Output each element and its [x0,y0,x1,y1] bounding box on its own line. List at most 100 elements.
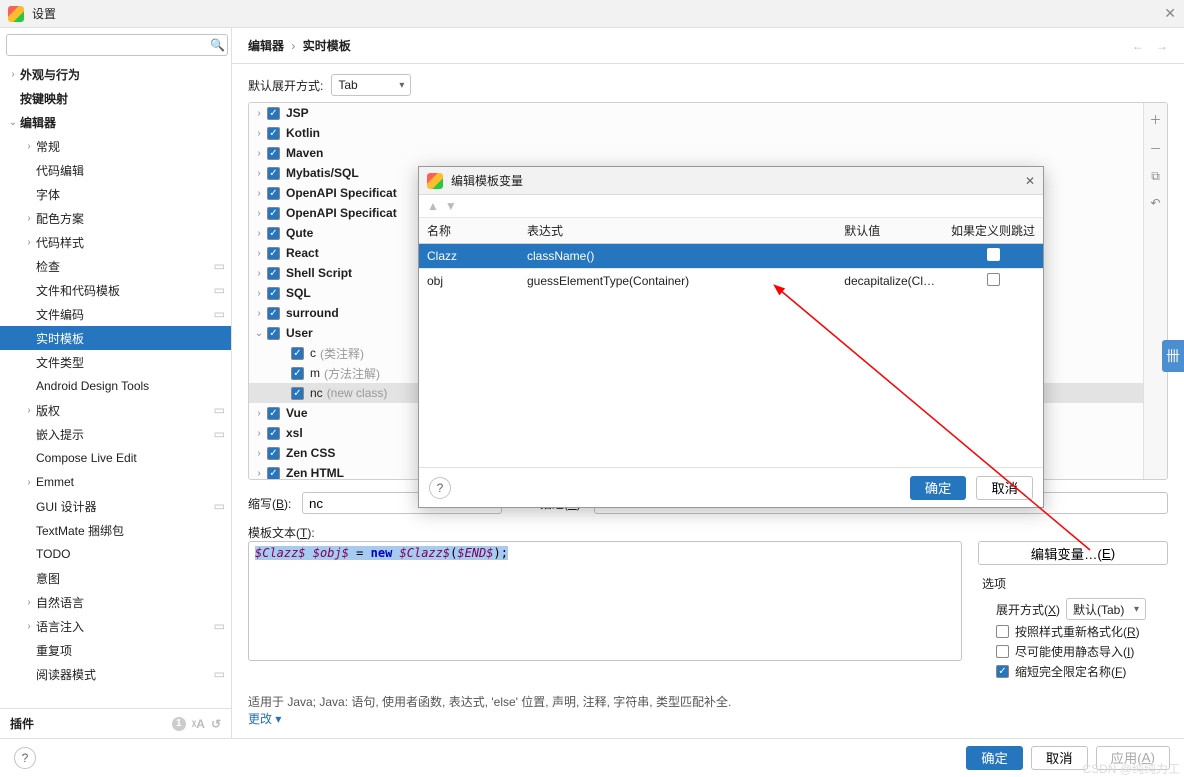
side-tool-tab[interactable]: 卌 [1162,340,1184,372]
close-icon[interactable]: ✕ [1164,5,1176,22]
sidebar-item[interactable]: ⌄编辑器 [0,110,231,134]
cancel-button[interactable]: 取消 [1031,746,1088,770]
template-text-editor[interactable]: $Clazz$ $obj$ = new $Clazz$($END$); [248,541,962,661]
plugins-label[interactable]: 插件 [10,715,34,732]
change-context-link[interactable]: 更改 ▾ [248,712,281,726]
sidebar-item[interactable]: ›Emmet [0,470,231,494]
project-level-icon: ▭ [214,259,225,273]
apply-button[interactable]: 应用(A) [1096,746,1170,770]
sidebar-item[interactable]: 文件和代码模板▭ [0,278,231,302]
sidebar-item[interactable]: 意图 [0,566,231,590]
group-checkbox[interactable]: ✓ [267,167,280,180]
sidebar-item[interactable]: TextMate 捆绑包 [0,518,231,542]
group-checkbox[interactable]: ✓ [267,267,280,280]
static-import-checkbox[interactable] [996,645,1009,658]
template-checkbox[interactable]: ✓ [291,367,304,380]
col-name[interactable]: 名称 [419,218,519,244]
template-checkbox[interactable]: ✓ [291,387,304,400]
sidebar-item[interactable]: 实时模板 [0,326,231,350]
project-level-icon: ▭ [214,403,225,417]
group-checkbox[interactable]: ✓ [267,327,280,340]
sidebar-item[interactable]: 代码编辑 [0,158,231,182]
options-title: 选项 [982,575,1168,592]
search-icon[interactable]: 🔍 [210,38,225,52]
table-row[interactable]: ClazzclassName() [419,244,1043,269]
default-expand-dropdown[interactable]: Tab [331,74,411,96]
group-checkbox[interactable]: ✓ [267,187,280,200]
reformat-checkbox[interactable] [996,625,1009,638]
nav-fwd-icon[interactable]: → [1156,39,1168,53]
copy-icon[interactable]: ⧉ [1151,169,1160,184]
sidebar-item[interactable]: 按键映射 [0,86,231,110]
template-group[interactable]: ›✓Kotlin [249,123,1143,143]
close-icon[interactable]: ✕ [1025,174,1035,188]
group-checkbox[interactable]: ✓ [267,127,280,140]
sidebar-item[interactable]: ›自然语言 [0,590,231,614]
sidebar-item[interactable]: 字体 [0,182,231,206]
sidebar-item[interactable]: 文件编码▭ [0,302,231,326]
table-row[interactable]: objguessElementType(Container)decapitali… [419,269,1043,294]
group-checkbox[interactable]: ✓ [267,467,280,480]
abbrev-label: 缩写(B): [248,495,294,512]
template-checkbox[interactable]: ✓ [291,347,304,360]
dialog-buttons: ? 确定 取消 应用(A) [0,738,1184,776]
group-checkbox[interactable]: ✓ [267,307,280,320]
settings-sidebar: 🔍 ›外观与行为按键映射⌄编辑器›常规代码编辑字体›配色方案›代码样式检查▭文件… [0,28,232,738]
sidebar-item[interactable]: TODO [0,542,231,566]
sidebar-item[interactable]: Compose Live Edit [0,446,231,470]
translate-icon[interactable]: ᵡA [192,717,205,731]
help-icon[interactable]: ? [429,477,451,499]
ok-button[interactable]: 确定 [966,746,1023,770]
applicable-contexts: 适用于 Java; Java: 语句, 使用者函数, 表达式, 'else' 位… [248,693,1168,727]
group-checkbox[interactable]: ✓ [267,407,280,420]
sidebar-item[interactable]: 阅读器模式▭ [0,662,231,686]
group-checkbox[interactable]: ✓ [267,247,280,260]
revert-icon[interactable]: ↶ [1150,196,1160,210]
edit-template-variables-dialog: 编辑模板变量 ✕ ▲ ▼ 名称 表达式 默认值 如果定义则跳过 Clazzcla… [418,166,1044,508]
variables-table[interactable]: 名称 表达式 默认值 如果定义则跳过 ClazzclassName()objgu… [419,217,1043,293]
group-checkbox[interactable]: ✓ [267,207,280,220]
sidebar-item[interactable]: Android Design Tools [0,374,231,398]
template-group[interactable]: ›✓JSP [249,103,1143,123]
sidebar-item[interactable]: ›版权▭ [0,398,231,422]
dialog-ok-button[interactable]: 确定 [910,476,967,500]
title-bar: 设置 ✕ [0,0,1184,28]
expand-with-dropdown[interactable]: 默认(Tab) [1066,598,1146,620]
shorten-fqn-checkbox[interactable]: ✓ [996,665,1009,678]
dialog-cancel-button[interactable]: 取消 [976,476,1033,500]
sidebar-footer: 插件 1 ᵡA ↺ [0,708,231,738]
move-up-icon[interactable]: ▲ [427,199,439,213]
group-checkbox[interactable]: ✓ [267,227,280,240]
add-icon[interactable]: ＋ [1149,111,1161,128]
group-checkbox[interactable]: ✓ [267,287,280,300]
remove-icon[interactable]: － [1149,140,1161,157]
sidebar-item[interactable]: 重复项 [0,638,231,662]
col-default[interactable]: 默认值 [836,218,943,244]
sidebar-item[interactable]: ›代码样式 [0,230,231,254]
app-icon [8,6,24,22]
project-level-icon: ▭ [214,307,225,321]
group-checkbox[interactable]: ✓ [267,427,280,440]
group-checkbox[interactable]: ✓ [267,107,280,120]
skip-checkbox[interactable] [987,273,1000,286]
nav-back-icon[interactable]: ← [1132,39,1144,53]
sidebar-item[interactable]: 嵌入提示▭ [0,422,231,446]
sidebar-item[interactable]: ›外观与行为 [0,62,231,86]
sidebar-item[interactable]: ›语言注入▭ [0,614,231,638]
move-down-icon[interactable]: ▼ [445,199,457,213]
group-checkbox[interactable]: ✓ [267,147,280,160]
group-checkbox[interactable]: ✓ [267,447,280,460]
edit-variables-button[interactable]: 编辑变量…(E) [978,541,1168,565]
sidebar-item[interactable]: GUI 设计器▭ [0,494,231,518]
col-expression[interactable]: 表达式 [519,218,836,244]
skip-checkbox[interactable] [987,248,1000,261]
sidebar-item[interactable]: 检查▭ [0,254,231,278]
search-input[interactable] [6,34,228,56]
help-icon[interactable]: ? [14,747,36,769]
sidebar-item[interactable]: ›常规 [0,134,231,158]
sidebar-item[interactable]: 文件类型 [0,350,231,374]
col-skip[interactable]: 如果定义则跳过 [943,218,1043,244]
template-group[interactable]: ›✓Maven [249,143,1143,163]
sidebar-item[interactable]: ›配色方案 [0,206,231,230]
restore-icon[interactable]: ↺ [211,717,221,731]
